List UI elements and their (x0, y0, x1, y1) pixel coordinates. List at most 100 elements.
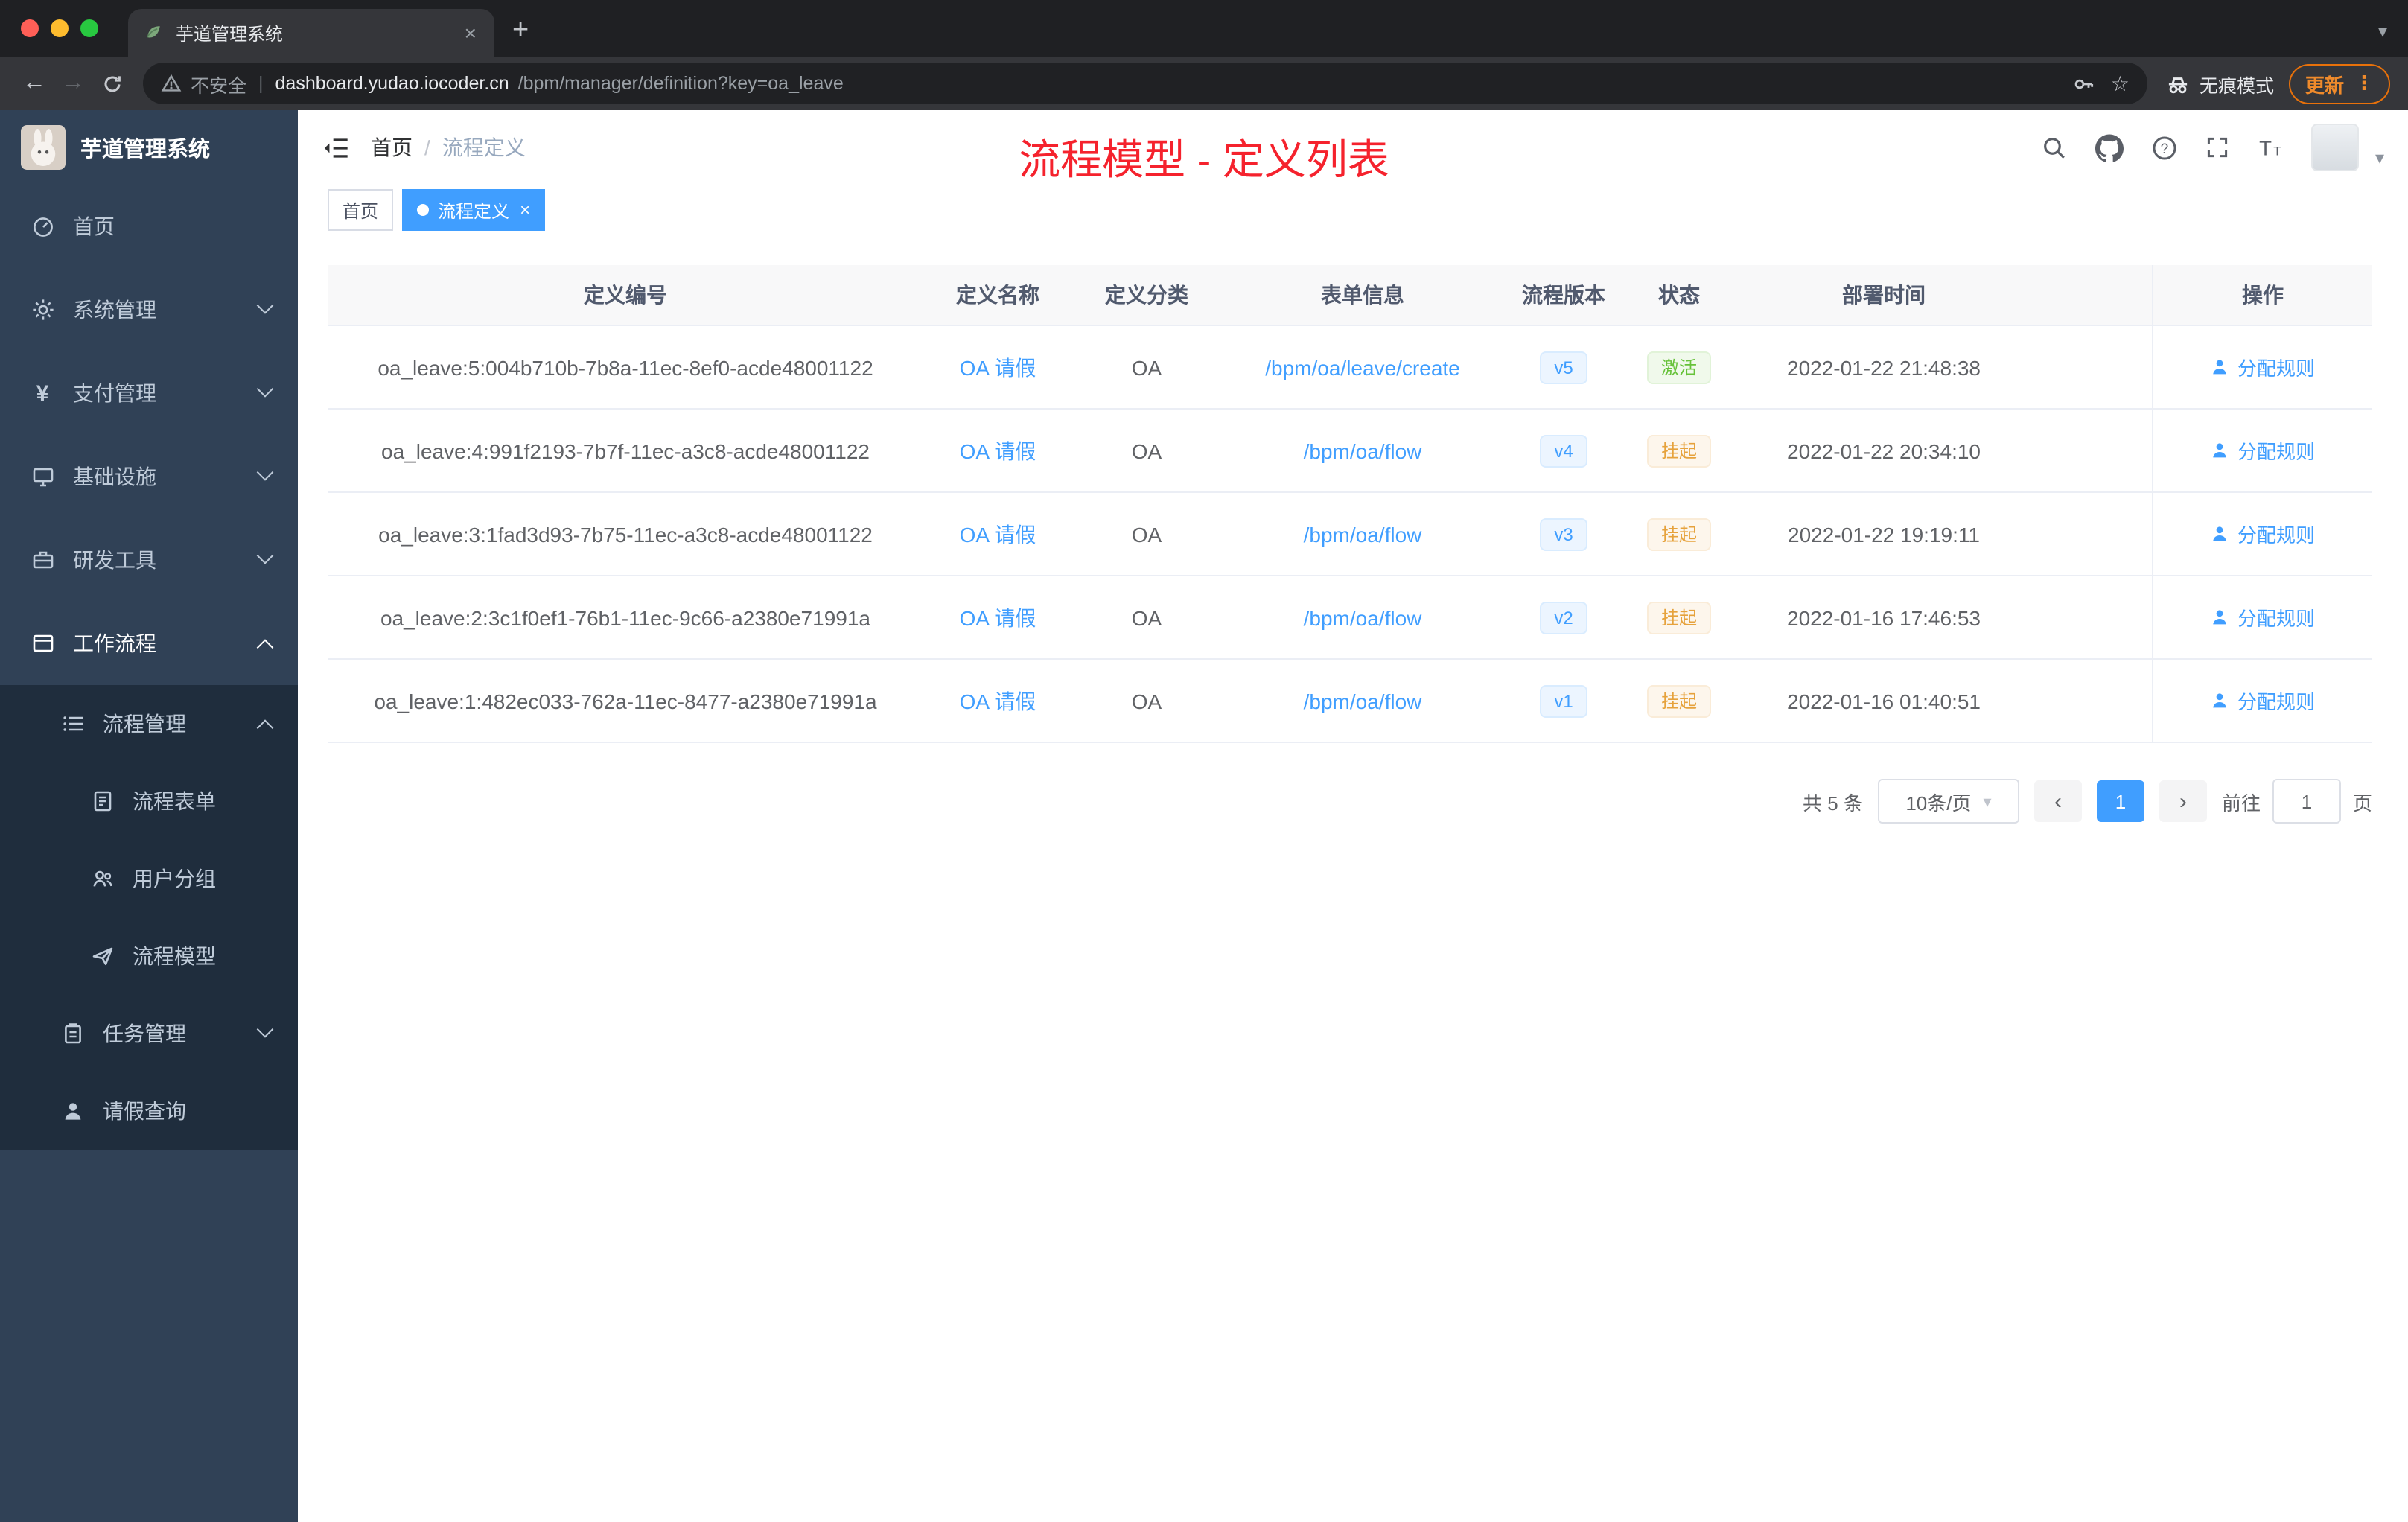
avatar-caret-icon[interactable]: ▾ (2375, 147, 2384, 168)
sidebar-item-task-management[interactable]: 任务管理 (0, 995, 298, 1072)
table-row: oa_leave:3:1fad3d93-7b75-11ec-a3c8-acde4… (328, 493, 2372, 576)
bookmark-star-icon[interactable]: ☆ (2111, 71, 2130, 96)
tag-process-definition[interactable]: 流程定义 × (402, 189, 546, 231)
person-icon (60, 1098, 85, 1124)
col-header-name: 定义名称 (956, 283, 1039, 307)
document-icon (89, 789, 115, 814)
tag-home[interactable]: 首页 (328, 189, 394, 231)
form-link[interactable]: /bpm/oa/flow (1304, 522, 1422, 546)
search-icon[interactable] (2042, 135, 2067, 160)
forward-button[interactable]: → (54, 70, 92, 97)
monitor-icon (30, 464, 55, 489)
col-header-id: 定义编号 (584, 283, 667, 307)
sidebar-item-infra[interactable]: 基础设施 (0, 435, 298, 518)
page-size-select[interactable]: 10条/页 ▾ (1877, 779, 2019, 824)
tab-close-icon[interactable]: × (462, 21, 480, 45)
version-badge: v1 (1539, 684, 1588, 717)
next-page-button[interactable]: › (2159, 780, 2207, 822)
definition-id: oa_leave:2:3c1f0ef1-76b1-11ec-9c66-a2380… (380, 605, 870, 629)
sidebar-item-payment[interactable]: ¥ 支付管理 (0, 351, 298, 435)
form-link[interactable]: /bpm/oa/flow (1304, 605, 1422, 629)
favicon-icon (143, 22, 164, 43)
sidebar-item-workflow[interactable]: 工作流程 (0, 602, 298, 685)
close-window-button[interactable] (21, 19, 39, 37)
goto-page-input[interactable] (2272, 779, 2341, 824)
assign-rule-link[interactable]: 分配规则 (2211, 436, 2315, 465)
assign-rule-link[interactable]: 分配规则 (2211, 520, 2315, 548)
back-button[interactable]: ← (15, 70, 54, 97)
breadcrumb-current: 流程定义 (442, 136, 526, 159)
password-key-icon[interactable] (2074, 72, 2096, 95)
tag-close-icon[interactable]: × (520, 200, 530, 220)
col-header-version: 流程版本 (1522, 283, 1605, 307)
assign-rule-link[interactable]: 分配规则 (2211, 353, 2315, 381)
sidebar-item-label: 用户分组 (133, 867, 216, 891)
definition-id: oa_leave:3:1fad3d93-7b75-11ec-a3c8-acde4… (378, 522, 873, 546)
help-icon[interactable]: ? (2152, 135, 2177, 160)
version-badge: v4 (1539, 434, 1588, 467)
user-avatar[interactable] (2310, 124, 2359, 171)
minimize-window-button[interactable] (51, 19, 69, 37)
tab-search-caret-icon[interactable]: ▾ (2378, 21, 2387, 42)
sidebar-item-process-management[interactable]: 流程管理 (0, 685, 298, 762)
definition-category: OA (1131, 522, 1162, 546)
sidebar-item-process-model[interactable]: 流程模型 (0, 917, 298, 995)
svg-text:?: ? (2161, 141, 2169, 156)
sidebar-item-home[interactable]: 首页 (0, 185, 298, 268)
status-badge: 挂起 (1647, 434, 1710, 467)
tag-label: 首页 (343, 200, 379, 221)
sidebar-fold-icon[interactable] (322, 133, 350, 162)
page-content: 定义编号 定义名称 定义分类 表单信息 流程版本 状态 部署时间 操作 oa_l… (298, 235, 2408, 824)
browser-tab[interactable]: 芋道管理系统 × (128, 9, 494, 57)
update-chrome-button[interactable]: 更新 ⋮ (2288, 63, 2390, 104)
workflow-icon (30, 631, 55, 656)
tags-view-bar: 首页 流程定义 × (298, 185, 2408, 235)
form-link[interactable]: /bpm/oa/flow (1304, 689, 1422, 713)
app-logo[interactable]: 芋道管理系统 (0, 110, 298, 185)
tag-label: 流程定义 (438, 200, 510, 221)
definition-name-link[interactable]: OA 请假 (960, 519, 1036, 549)
browser-menu-icon[interactable]: ⋮ (2354, 71, 2374, 95)
definition-name-link[interactable]: OA 请假 (960, 352, 1036, 382)
assign-rule-link[interactable]: 分配规则 (2211, 687, 2315, 715)
col-header-time: 部署时间 (1842, 283, 1926, 307)
version-badge: v5 (1539, 351, 1588, 383)
sidebar-item-system[interactable]: 系统管理 (0, 268, 298, 351)
sidebar-item-label: 首页 (73, 214, 115, 238)
sidebar-item-devtools[interactable]: 研发工具 (0, 518, 298, 602)
security-warning-icon (161, 73, 182, 94)
dashboard-icon (30, 214, 55, 239)
status-badge: 挂起 (1647, 684, 1710, 717)
font-size-icon[interactable]: TT (2258, 135, 2283, 160)
github-icon[interactable] (2095, 133, 2124, 162)
assign-rule-link[interactable]: 分配规则 (2211, 603, 2315, 631)
maximize-window-button[interactable] (80, 19, 98, 37)
sidebar-item-label: 流程模型 (133, 944, 216, 968)
definition-name-link[interactable]: OA 请假 (960, 686, 1036, 716)
svg-text:T: T (2273, 144, 2281, 158)
sidebar-item-label: 请假查询 (103, 1099, 186, 1123)
app-title: 芋道管理系统 (80, 138, 210, 162)
sidebar-item-process-form[interactable]: 流程表单 (0, 762, 298, 840)
chevron-down-icon (256, 547, 274, 564)
new-tab-button[interactable]: + (512, 15, 529, 48)
reload-button[interactable] (92, 72, 131, 95)
breadcrumb-home-link[interactable]: 首页 (371, 133, 413, 162)
deploy-time: 2022-01-16 17:46:53 (1787, 605, 1981, 629)
page-title: 流程模型 - 定义列表 (1019, 137, 1389, 183)
url-path: /bpm/manager/definition?key=oa_leave (517, 73, 844, 94)
people-icon (89, 866, 115, 891)
definition-name-link[interactable]: OA 请假 (960, 602, 1036, 632)
fullscreen-icon[interactable] (2205, 136, 2229, 159)
address-bar[interactable]: 不安全 | dashboard.yudao.iocoder.cn /bpm/ma… (143, 63, 2147, 104)
prev-page-button[interactable]: ‹ (2033, 780, 2082, 822)
definition-name-link[interactable]: OA 请假 (960, 436, 1036, 465)
svg-text:T: T (2259, 136, 2272, 159)
sidebar-item-user-group[interactable]: 用户分组 (0, 840, 298, 917)
definition-category: OA (1131, 689, 1162, 713)
page-number-button[interactable]: 1 (2096, 780, 2144, 822)
workflow-submenu: 流程管理 流程表单 用户分组 流程模型 任务管理 请假查询 (0, 685, 298, 1150)
sidebar-item-leave-query[interactable]: 请假查询 (0, 1072, 298, 1150)
form-link[interactable]: /bpm/oa/flow (1304, 439, 1422, 462)
form-link[interactable]: /bpm/oa/leave/create (1265, 355, 1460, 379)
